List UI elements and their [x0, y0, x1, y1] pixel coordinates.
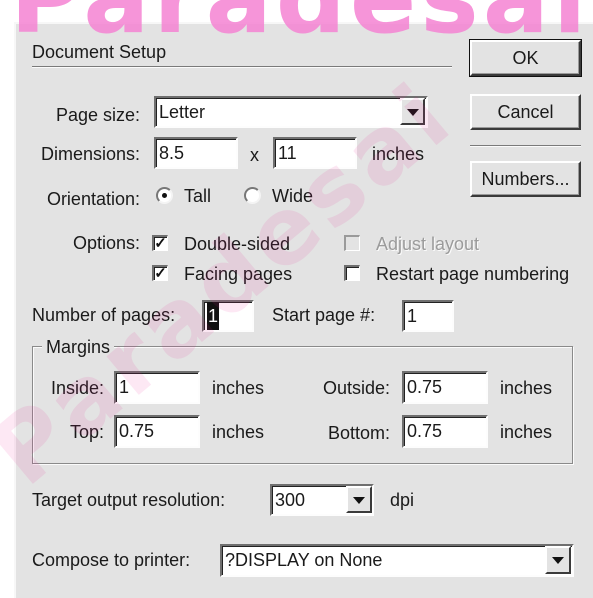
number-of-pages-label: Number of pages:	[32, 305, 176, 325]
margins-legend: Margins	[42, 336, 115, 358]
printer-label: Compose to printer:	[32, 550, 191, 570]
page-size-label: Page size:	[55, 105, 140, 125]
printer-dropdown-chevron-down-icon[interactable]	[545, 546, 571, 574]
title-divider	[32, 66, 452, 68]
resolution-value: 300	[275, 490, 306, 510]
dimensions-label: Dimensions:	[40, 144, 140, 164]
button-divider	[470, 145, 581, 147]
cancel-button[interactable]: Cancel	[470, 94, 581, 130]
height-value: 11	[278, 143, 297, 163]
document-setup-dialog: Document Setup OK Cancel Numbers... Page…	[14, 22, 593, 598]
page-size-value: Letter	[159, 102, 206, 122]
width-input[interactable]: 8.5	[154, 137, 238, 169]
inside-unit: inches	[212, 378, 265, 398]
options-label: Options:	[72, 233, 140, 253]
start-page-label: Start page #:	[272, 305, 376, 325]
outside-value: 0.75	[407, 377, 443, 397]
checkmark-icon: ✓	[154, 235, 167, 252]
top-input[interactable]: 0.75	[114, 415, 200, 448]
facing-pages-checkbox[interactable]: ✓	[152, 265, 168, 281]
outside-unit: inches	[500, 378, 553, 398]
width-value: 8.5	[159, 143, 185, 163]
inside-value: 1	[119, 377, 130, 397]
dialog-title: Document Setup	[32, 42, 167, 62]
dimensions-separator: x	[250, 145, 259, 165]
bottom-unit: inches	[500, 422, 553, 442]
restart-numbering-checkbox[interactable]	[344, 265, 360, 281]
orientation-wide-radio[interactable]	[244, 187, 261, 204]
number-of-pages-input[interactable]: 1	[202, 300, 254, 332]
adjust-layout-label: Adjust layout	[376, 234, 480, 254]
numbers-button[interactable]: Numbers...	[470, 161, 581, 197]
resolution-unit: dpi	[390, 490, 415, 510]
ok-button[interactable]: OK	[469, 39, 582, 77]
restart-numbering-label[interactable]: Restart page numbering	[376, 263, 569, 285]
resolution-dropdown-chevron-down-icon[interactable]	[346, 486, 372, 513]
top-label: Top:	[69, 422, 104, 442]
outside-input[interactable]: 0.75	[402, 371, 488, 404]
number-of-pages-value: 1	[207, 302, 220, 330]
dimensions-unit: inches	[372, 144, 425, 164]
double-sided-label[interactable]: Double-sided	[184, 233, 290, 255]
resolution-label: Target output resolution:	[32, 490, 226, 510]
inside-label: Inside:	[50, 378, 104, 398]
page-size-dropdown-chevron-down-icon[interactable]	[400, 98, 425, 125]
facing-pages-label[interactable]: Facing pages	[184, 263, 292, 285]
bottom-label: Bottom:	[327, 423, 390, 443]
orientation-label: Orientation:	[46, 189, 140, 209]
orientation-wide-label[interactable]: Wide	[272, 185, 313, 207]
inside-input[interactable]: 1	[114, 371, 200, 404]
top-unit: inches	[212, 422, 265, 442]
orientation-tall-label[interactable]: Tall	[184, 185, 211, 207]
height-input[interactable]: 11	[273, 137, 357, 169]
outside-label: Outside:	[322, 378, 390, 398]
checkmark-icon: ✓	[154, 265, 167, 282]
bottom-value: 0.75	[407, 421, 443, 441]
top-value: 0.75	[119, 421, 155, 441]
printer-value: ?DISPLAY on None	[225, 550, 383, 570]
start-page-input[interactable]: 1	[402, 300, 454, 332]
adjust-layout-checkbox	[344, 235, 360, 251]
printer-select[interactable]: ?DISPLAY on None	[220, 544, 574, 577]
orientation-tall-radio[interactable]	[156, 187, 173, 204]
page-size-select[interactable]: Letter	[154, 96, 428, 128]
double-sided-checkbox[interactable]: ✓	[152, 235, 168, 251]
bottom-input[interactable]: 0.75	[402, 415, 488, 448]
start-page-value: 1	[407, 306, 418, 326]
